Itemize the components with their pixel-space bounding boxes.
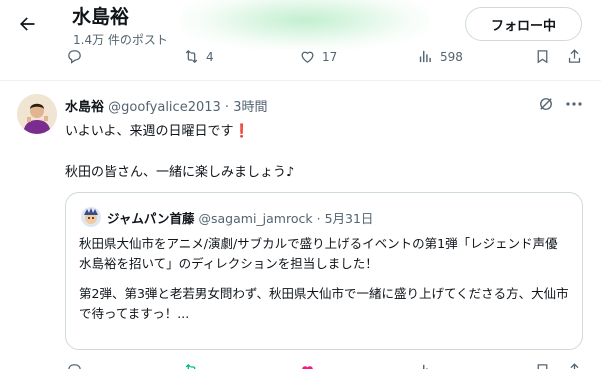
avatar[interactable] <box>17 94 57 134</box>
retweet-button[interactable]: 4 <box>183 48 214 65</box>
previous-post-actions: 4 17 598 <box>0 48 601 70</box>
like-button[interactable]: 17 <box>299 48 337 65</box>
grok-button[interactable] <box>537 95 555 113</box>
post-share-button[interactable] <box>566 362 583 369</box>
post-time[interactable]: 3時間 <box>233 100 267 115</box>
author-name[interactable]: 水島裕 <box>65 100 104 115</box>
quoted-post[interactable]: ジャムパン首藤 @sagami_jamrock · 5月31日 秋田県大仙市をア… <box>65 192 583 350</box>
bookmark-button[interactable] <box>534 48 551 65</box>
grok-icon <box>540 98 552 110</box>
share-icon <box>570 363 579 369</box>
quote-avatar <box>81 207 101 227</box>
header-banner-glow <box>180 0 430 50</box>
post-meta: 水島裕 @goofyalice2013 · 3時間 <box>65 96 267 115</box>
quote-paragraph-2: 第2弾、第3弾と老若男女問わず、秋田県大仙市で一緒に盛り上げてくださる方、大仙市… <box>79 286 569 321</box>
post-reply-button[interactable] <box>66 362 83 369</box>
quote-meta: ジャムパン首藤 @sagami_jamrock · 5月31日 <box>107 208 373 227</box>
views-icon <box>419 50 431 63</box>
header-name: 水島裕 <box>72 6 130 28</box>
quote-date: 5月31日 <box>324 211 374 226</box>
separator-dot: · <box>224 100 230 115</box>
post-retweet-button[interactable] <box>183 362 200 369</box>
like-count: 17 <box>322 49 338 64</box>
post-actions <box>0 362 601 369</box>
exclamation-emoji: ❗ <box>233 124 250 139</box>
profile-header: 水島裕 1.4万 件のポスト フォロー中 <box>0 0 601 50</box>
quote-paragraph-1: 秋田県大仙市をアニメ/演劇/サブカルで盛り上げるイベントの第1弾「レジェンド声優… <box>79 236 558 271</box>
post-text-line1: いよいよ、来週の日曜日です❗ <box>65 120 250 139</box>
retweet-icon <box>185 49 198 64</box>
like-icon <box>301 51 314 63</box>
retweet-count: 4 <box>206 49 214 64</box>
quote-author-handle: @sagami_jamrock <box>198 211 313 226</box>
more-icon <box>566 102 582 106</box>
quote-body: 秋田県大仙市をアニメ/演劇/サブカルで盛り上げるイベントの第1弾「レジェンド声優… <box>79 234 574 324</box>
post-text: いよいよ、来週の日曜日です <box>65 124 234 139</box>
quote-separator-dot: · <box>316 211 321 226</box>
bookmark-icon <box>537 50 548 64</box>
post-count: 1.4万 件のポスト <box>73 33 168 47</box>
like-icon <box>302 366 313 369</box>
retweet-icon <box>185 363 196 369</box>
post-like-button[interactable] <box>299 362 316 369</box>
views-button[interactable]: 598 <box>417 48 463 65</box>
reply-icon <box>68 364 81 369</box>
back-arrow-icon <box>20 17 35 31</box>
author-handle[interactable]: @goofyalice2013 <box>108 100 221 115</box>
reply-button[interactable] <box>66 48 83 65</box>
back-button[interactable] <box>12 9 42 39</box>
reply-icon <box>68 50 81 64</box>
following-button[interactable]: フォロー中 <box>465 7 582 41</box>
post-text-line2: 秋田の皆さん、一緒に楽しみましょう♪ <box>65 165 295 180</box>
more-button[interactable] <box>564 95 584 113</box>
post-divider <box>0 80 601 81</box>
share-button[interactable] <box>566 48 583 65</box>
post-bookmark-button[interactable] <box>534 362 551 369</box>
views-icon <box>423 364 428 369</box>
bookmark-icon <box>537 364 548 369</box>
post-views-button[interactable] <box>417 362 434 369</box>
share-icon <box>568 49 581 63</box>
views-count: 598 <box>440 49 463 64</box>
quote-author-name: ジャムパン首藤 <box>107 211 195 226</box>
